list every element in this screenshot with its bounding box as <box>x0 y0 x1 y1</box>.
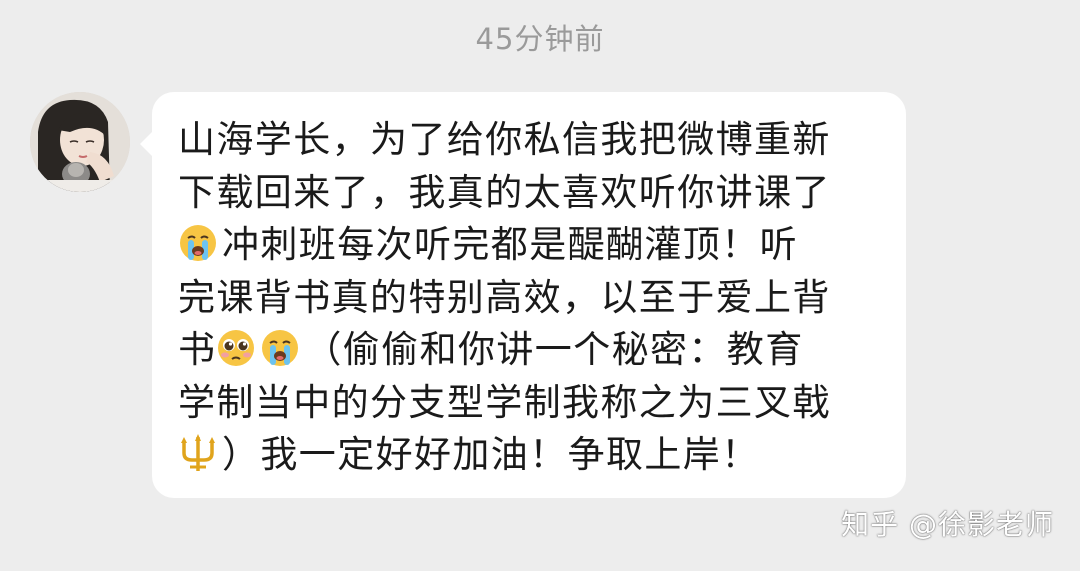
message-bubble[interactable]: 山海学长，为了给你私信我把微博重新 下载回来了，我真的太喜欢听你讲课了 冲刺班每… <box>152 92 906 498</box>
message-line-5: 书 （偷偷和你讲一个秘密：教育 <box>178 324 878 377</box>
message-line-4: 完课背书真的特别高效，以至于爱上背 <box>178 275 831 319</box>
zhihu-watermark: 知乎 @徐影老师 <box>841 508 1054 541</box>
message-line-7-text: ）我一定好好加油！争取上岸！ <box>222 433 760 476</box>
message-text: 山海学长，为了给你私信我把微博重新 下载回来了，我真的太喜欢听你讲课了 冲刺班每… <box>178 114 878 482</box>
crying-face-icon <box>262 330 299 366</box>
message-line-6: 学制当中的分支型学制我称之为三叉戟 <box>178 380 831 424</box>
message-line-5-text-b: （偷偷和你讲一个秘密：教育 <box>304 328 804 371</box>
message-timestamp: 45分钟前 <box>475 22 605 56</box>
message-line-7: ）我一定好好加油！争取上岸！ <box>178 429 878 482</box>
message-line-2: 下载回来了，我真的太喜欢听你讲课了 <box>178 170 831 214</box>
message-line-3-text: 冲刺班每次听完都是醍醐灌顶！听 <box>222 223 798 266</box>
sender-avatar[interactable] <box>30 92 130 192</box>
pleading-face-icon <box>218 330 255 366</box>
message-line-5-text-a: 书 <box>178 328 217 371</box>
message-line-3: 冲刺班每次听完都是醍醐灌顶！听 <box>178 219 878 272</box>
message-line-1: 山海学长，为了给你私信我把微博重新 <box>178 118 831 161</box>
crying-face-icon <box>180 225 216 261</box>
trident-icon <box>181 434 215 471</box>
